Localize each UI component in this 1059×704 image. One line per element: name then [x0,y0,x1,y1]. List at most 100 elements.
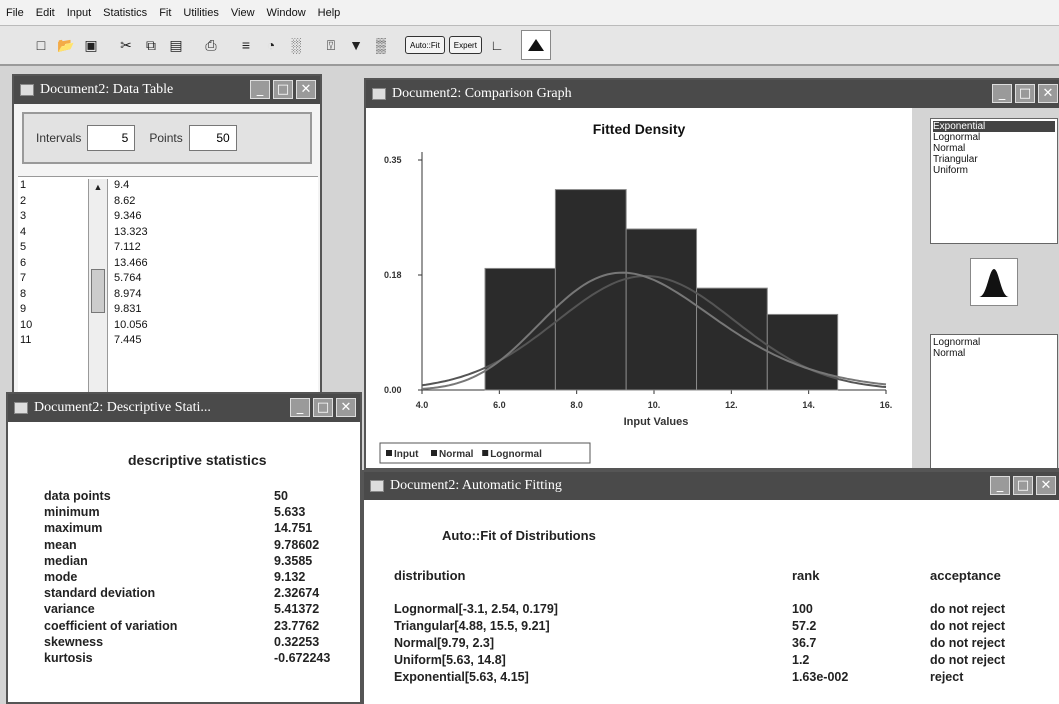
print-icon[interactable]: ⎙ [200,34,222,56]
stat-value: 0.32253 [274,634,320,649]
legend-label: Lognormal [490,449,542,460]
close-icon[interactable]: ✕ [1036,476,1056,495]
distribution-option[interactable]: Triangular [933,154,1055,165]
minimize-icon[interactable]: _ [290,398,310,417]
expert-button[interactable]: Expert [448,36,482,54]
stat-label: data points [44,489,111,503]
distribution-option[interactable]: Lognormal [933,132,1055,143]
row-value[interactable]: 7.112 [114,241,234,253]
stats-titlebar[interactable]: Document2: Descriptive Stati... _ □ ✕ [8,394,360,422]
app-window: File Edit Input Statistics Fit Utilities… [0,0,1059,704]
row-value[interactable]: 13.323 [114,226,234,238]
points-field[interactable] [188,125,237,151]
distribution-option[interactable]: Exponential [933,121,1055,132]
x-tick-label: 8.0 [570,400,583,410]
paste-icon[interactable]: ▤ [165,34,187,56]
maximize-icon[interactable]: □ [1015,84,1035,103]
x-tick-label: 6.0 [493,400,506,410]
descriptive-stats-window: Document2: Descriptive Stati... _ □ ✕ de… [6,392,362,704]
distribution-list[interactable]: Exponential Lognormal Normal Triangular Unif… [930,118,1058,244]
row-number: 3 [20,210,27,222]
distribution-option[interactable]: Normal [933,143,1055,154]
row-value[interactable]: 5.764 [114,272,234,284]
fit-icon[interactable]: ⍔ [320,34,342,56]
window-icon [370,480,384,492]
minimize-icon[interactable]: _ [992,84,1012,103]
y-tick-label: 0.18 [384,270,402,280]
autofit-button[interactable]: Auto::Fit [405,36,445,54]
stats-icon[interactable]: ≡ [235,34,257,56]
density-icon[interactable] [520,30,551,60]
menubar: File Edit Input Statistics Fit Utilities… [0,0,1059,26]
menu-input[interactable]: Input [67,7,91,19]
save-icon[interactable]: ▣ [80,34,102,56]
compare-icon[interactable]: ▒ [370,34,392,56]
menu-edit[interactable]: Edit [36,7,55,19]
row-value[interactable]: 8.62 [114,195,234,207]
intervals-field[interactable] [87,125,136,151]
fit-rank: 1.63e-002 [792,670,849,684]
distribution-panel: Exponential Lognormal Normal Triangular Unif… [912,108,1059,468]
menu-statistics[interactable]: Statistics [103,7,147,19]
row-number: 4 [20,225,27,238]
stat-value: 9.132 [274,570,306,584]
data-scrollbar[interactable]: ▲ [88,179,108,401]
selected-distributions-list[interactable]: Lognormal Normal [930,334,1058,468]
menu-file[interactable]: File [6,7,24,19]
histogram-icon[interactable]: ░ [285,34,307,56]
row-value[interactable]: 13.466 [114,257,234,269]
minimize-icon[interactable]: _ [250,80,270,99]
row-value[interactable]: 10.056 [114,319,234,331]
copy-icon[interactable]: ⧉ [140,34,162,56]
stat-value: 14.751 [274,521,313,536]
row-value[interactable]: 7.445 [114,334,234,346]
fit-titlebar[interactable]: Document2: Automatic Fitting _ □ ✕ [364,472,1059,500]
selected-distribution[interactable]: Normal [933,348,1055,359]
fit-distribution: Uniform[5.63, 14.8] [394,653,506,667]
window-icon [372,88,386,100]
cut-icon[interactable]: ✂ [115,34,137,56]
data-table-titlebar[interactable]: Document2: Data Table _ □ ✕ [14,76,320,104]
plot-icon[interactable]: ∟ [486,34,508,56]
close-icon[interactable]: ✕ [336,398,356,417]
menu-view[interactable]: View [231,7,255,19]
filter-icon[interactable]: ▼ [345,34,367,56]
maximize-icon[interactable]: □ [313,398,333,417]
scroll-up-icon[interactable]: ▲ [89,179,107,195]
row-number: 1 [20,179,27,191]
stat-value: 9.78602 [274,537,320,552]
graph-titlebar[interactable]: Document2: Comparison Graph _ □ ✕ [366,80,1059,108]
stat-value: 50 [274,489,288,503]
row-value[interactable]: 9.4 [114,179,234,191]
minimize-icon[interactable]: _ [990,476,1010,495]
menu-fit[interactable]: Fit [159,7,171,19]
row-value[interactable]: 9.346 [114,210,234,222]
window-icon [14,402,28,414]
density-button[interactable] [970,258,1018,306]
menu-help[interactable]: Help [318,7,341,19]
stat-label: mean [44,537,77,552]
fit-heading: Auto::Fit of Distributions [442,528,596,543]
open-icon[interactable]: 📂 [55,34,77,56]
selected-distribution[interactable]: Lognormal [933,337,1055,348]
distribution-option[interactable]: Uniform [933,165,1055,176]
maximize-icon[interactable]: □ [273,80,293,99]
pie-icon[interactable]: ◔ [260,34,282,56]
legend-label: Normal [439,449,474,460]
row-value[interactable]: 8.974 [114,288,234,300]
fit-rank: 1.2 [792,653,810,667]
maximize-icon[interactable]: □ [1013,476,1033,495]
stat-label: variance [44,602,95,617]
row-value[interactable]: 9.831 [114,303,234,315]
histogram-bar [696,287,768,391]
menu-window[interactable]: Window [267,7,306,19]
new-icon[interactable]: □ [30,34,52,56]
params-panel: Intervals Points [22,112,312,164]
scroll-thumb[interactable] [91,269,105,313]
row-number: 5 [20,241,27,253]
close-icon[interactable]: ✕ [296,80,316,99]
close-icon[interactable]: ✕ [1038,84,1058,103]
stat-label: kurtosis [44,651,93,665]
menu-utilities[interactable]: Utilities [183,7,218,19]
fit-rank: 36.7 [792,636,817,650]
